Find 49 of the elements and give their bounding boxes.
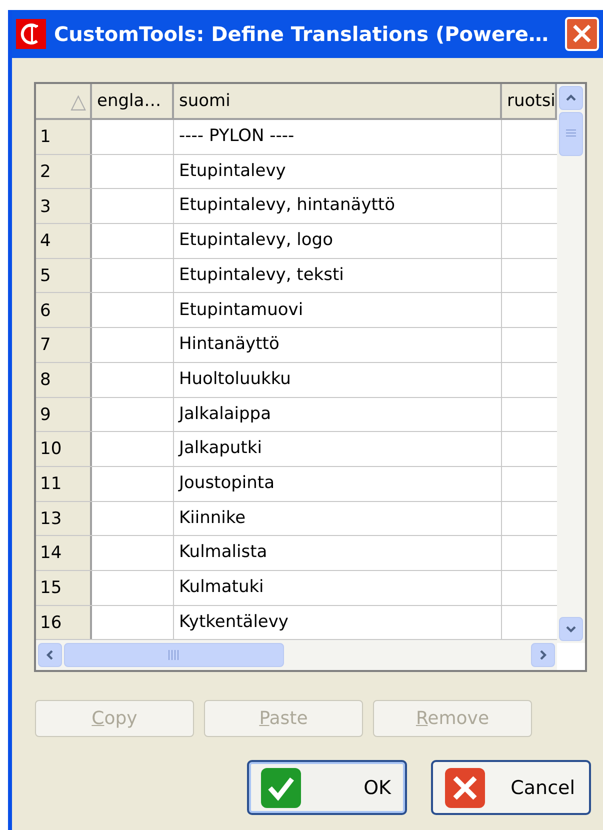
table-cell: Etupintamuovi	[174, 293, 502, 328]
grip-icon	[168, 650, 180, 660]
vertical-scrollbar[interactable]	[557, 84, 585, 643]
row-number: 10	[36, 432, 92, 466]
scroll-thumb[interactable]	[559, 112, 583, 156]
table-cell: Etupintalevy	[174, 154, 502, 188]
row-number: 1	[36, 120, 92, 154]
column-header[interactable]: suomi	[174, 84, 502, 118]
cancel-button[interactable]: Cancel	[431, 760, 591, 816]
row-number: 13	[36, 502, 92, 536]
ok-button[interactable]: OK	[247, 760, 407, 816]
row-number: 2	[36, 154, 92, 188]
scroll-right-button[interactable]	[531, 643, 555, 668]
table-cell: Kytkentälevy	[174, 606, 502, 640]
close-button[interactable]: ×	[565, 17, 599, 51]
table-cell: Hintanäyttö	[174, 328, 502, 362]
row-number: 9	[36, 398, 92, 432]
row-number: 3	[36, 189, 92, 224]
table-cell: Etupintalevy, hintanäyttö	[174, 189, 502, 224]
scroll-left-button[interactable]	[38, 643, 62, 668]
row-number: 5	[36, 258, 92, 292]
check-icon	[261, 768, 301, 808]
app-logo-icon	[16, 19, 46, 49]
row-number: 4	[36, 224, 92, 258]
row-number: 14	[36, 536, 92, 570]
row-number: 16	[36, 606, 92, 640]
scroll-down-button[interactable]	[559, 617, 583, 641]
table-cell: Kiinnike	[174, 502, 502, 536]
table-cell: Huoltoluukku	[174, 362, 502, 396]
column-header[interactable]: engla…	[92, 84, 174, 118]
table-cell: ---- PYLON ----	[174, 120, 502, 154]
table-cell: Joustopinta	[174, 466, 502, 501]
grip-icon	[566, 129, 576, 139]
row-number: 7	[36, 328, 92, 362]
horizontal-scrollbar[interactable]	[36, 640, 557, 670]
close-icon	[445, 768, 485, 808]
table-cell: Etupintalevy, teksti	[174, 258, 502, 292]
row-number: 6	[36, 293, 92, 328]
row-number: 15	[36, 570, 92, 605]
table-cell: Jalkaputki	[174, 432, 502, 466]
row-number: 11	[36, 466, 92, 501]
row-number: 8	[36, 362, 92, 396]
table-cell: Jalkalaippa	[174, 398, 502, 432]
table-cell: Kulmatuki	[174, 570, 502, 605]
window-title: CustomTools: Define Translations (Powere…	[54, 21, 550, 48]
table-cell: Kulmalista	[174, 536, 502, 570]
table-cell: Etupintalevy, logo	[174, 224, 502, 258]
scroll-thumb[interactable]	[64, 643, 284, 668]
scroll-up-button[interactable]	[559, 86, 583, 110]
